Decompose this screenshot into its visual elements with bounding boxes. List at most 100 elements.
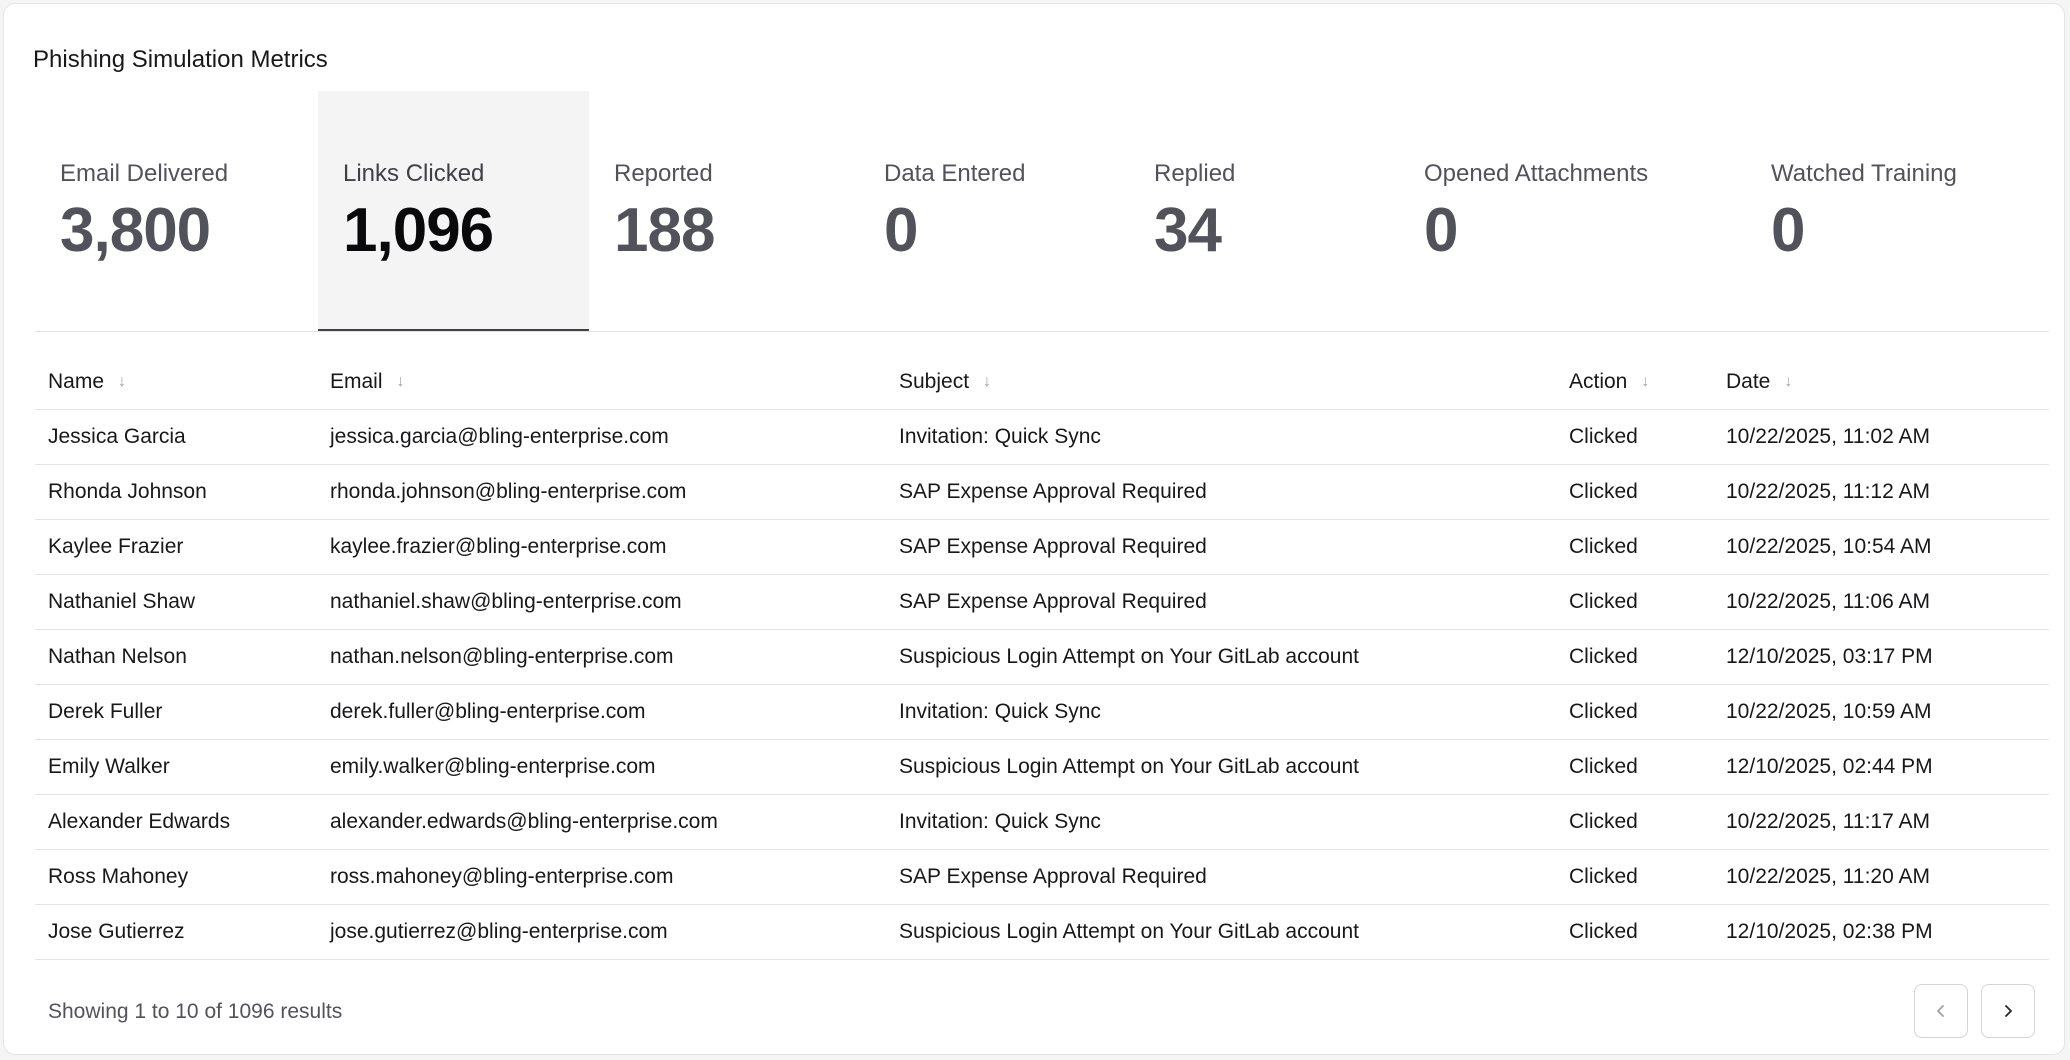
- table-row[interactable]: Kaylee Frazier kaylee.frazier@bling-ente…: [35, 519, 2049, 575]
- cell-action: Clicked: [1556, 409, 1713, 465]
- column-header-email[interactable]: Email ↓: [317, 354, 886, 410]
- cell-email: rhonda.johnson@bling-enterprise.com: [317, 464, 886, 520]
- cell-name: Jose Gutierrez: [35, 904, 317, 960]
- table-header-row: Name ↓ Email ↓ Subject ↓ Action ↓ Date ↓: [35, 354, 2049, 410]
- cell-email: nathaniel.shaw@bling-enterprise.com: [317, 574, 886, 630]
- cell-name: Kaylee Frazier: [35, 519, 317, 575]
- arrow-down-icon: ↓: [118, 372, 127, 390]
- cell-subject: Suspicious Login Attempt on Your GitLab …: [886, 629, 1556, 685]
- cell-name: Rhonda Johnson: [35, 464, 317, 520]
- column-header-name[interactable]: Name ↓: [35, 354, 317, 410]
- table-row[interactable]: Rhonda Johnson rhonda.johnson@bling-ente…: [35, 464, 2049, 520]
- cell-subject: SAP Expense Approval Required: [886, 574, 1556, 630]
- phishing-metrics-card: Phishing Simulation Metrics Email Delive…: [3, 3, 2065, 1055]
- arrow-down-icon: ↓: [1784, 372, 1793, 390]
- cell-email: alexander.edwards@bling-enterprise.com: [317, 794, 886, 850]
- pagination-summary: Showing 1 to 10 of 1096 results: [48, 1000, 343, 1023]
- cell-action: Clicked: [1556, 464, 1713, 520]
- chevron-left-icon: [1937, 1005, 1944, 1017]
- table-row[interactable]: Alexander Edwards alexander.edwards@blin…: [35, 794, 2049, 850]
- cell-subject: SAP Expense Approval Required: [886, 464, 1556, 520]
- metric-label: Reported: [614, 160, 713, 187]
- next-page-button[interactable]: [1981, 984, 2035, 1038]
- table-row[interactable]: Jessica Garcia jessica.garcia@bling-ente…: [35, 409, 2049, 465]
- cell-name: Nathan Nelson: [35, 629, 317, 685]
- metric-tab-email-delivered[interactable]: Email Delivered 3,800: [35, 91, 318, 331]
- metric-label: Opened Attachments: [1424, 160, 1649, 187]
- metric-label: Data Entered: [884, 160, 1026, 187]
- cell-email: kaylee.frazier@bling-enterprise.com: [317, 519, 886, 575]
- prev-page-button[interactable]: [1914, 984, 1968, 1038]
- cell-date: 12/10/2025, 03:17 PM: [1713, 629, 2049, 685]
- cell-email: jessica.garcia@bling-enterprise.com: [317, 409, 886, 465]
- table-row[interactable]: Nathan Nelson nathan.nelson@bling-enterp…: [35, 629, 2049, 685]
- metric-tab-replied[interactable]: Replied 34: [1129, 91, 1399, 331]
- cell-action: Clicked: [1556, 794, 1713, 850]
- table-row[interactable]: Emily Walker emily.walker@bling-enterpri…: [35, 739, 2049, 795]
- cell-date: 10/22/2025, 11:06 AM: [1713, 574, 2049, 630]
- table-row[interactable]: Derek Fuller derek.fuller@bling-enterpri…: [35, 684, 2049, 740]
- cell-subject: Invitation: Quick Sync: [886, 684, 1556, 740]
- cell-date: 12/10/2025, 02:44 PM: [1713, 739, 2049, 795]
- metrics-tabs: Email Delivered 3,800 Links Clicked 1,09…: [35, 91, 2049, 332]
- cell-action: Clicked: [1556, 904, 1713, 960]
- metric-value: 3,800: [60, 196, 211, 265]
- cell-date: 10/22/2025, 11:02 AM: [1713, 409, 2049, 465]
- cell-date: 10/22/2025, 11:20 AM: [1713, 849, 2049, 905]
- metric-value: 188: [614, 196, 715, 265]
- cell-subject: Invitation: Quick Sync: [886, 409, 1556, 465]
- cell-subject: SAP Expense Approval Required: [886, 849, 1556, 905]
- metric-tab-watched-training[interactable]: Watched Training 0: [1746, 91, 2049, 331]
- cell-subject: Suspicious Login Attempt on Your GitLab …: [886, 739, 1556, 795]
- table-row[interactable]: Jose Gutierrez jose.gutierrez@bling-ente…: [35, 904, 2049, 960]
- cell-email: emily.walker@bling-enterprise.com: [317, 739, 886, 795]
- column-header-subject[interactable]: Subject ↓: [886, 354, 1556, 410]
- metric-label: Email Delivered: [60, 160, 229, 187]
- cell-email: ross.mahoney@bling-enterprise.com: [317, 849, 886, 905]
- cell-subject: SAP Expense Approval Required: [886, 519, 1556, 575]
- metric-value: 0: [1424, 196, 1458, 265]
- metric-value: 0: [884, 196, 918, 265]
- arrow-down-icon: ↓: [983, 372, 992, 390]
- cell-action: Clicked: [1556, 629, 1713, 685]
- cell-email: jose.gutierrez@bling-enterprise.com: [317, 904, 886, 960]
- cell-action: Clicked: [1556, 519, 1713, 575]
- cell-action: Clicked: [1556, 684, 1713, 740]
- cell-name: Nathaniel Shaw: [35, 574, 317, 630]
- column-header-action[interactable]: Action ↓: [1556, 354, 1713, 410]
- metric-tab-reported[interactable]: Reported 188: [589, 91, 859, 331]
- arrow-down-icon: ↓: [1641, 372, 1650, 390]
- metric-value: 0: [1771, 196, 1805, 265]
- cell-subject: Suspicious Login Attempt on Your GitLab …: [886, 904, 1556, 960]
- metric-tab-opened-attachments[interactable]: Opened Attachments 0: [1399, 91, 1746, 331]
- metric-label: Replied: [1154, 160, 1236, 187]
- cell-name: Jessica Garcia: [35, 409, 317, 465]
- metric-tab-data-entered[interactable]: Data Entered 0: [859, 91, 1129, 331]
- results-table: Name ↓ Email ↓ Subject ↓ Action ↓ Date ↓ Jess…: [35, 354, 2049, 960]
- chevron-right-icon: [2005, 1005, 2012, 1017]
- cell-email: derek.fuller@bling-enterprise.com: [317, 684, 886, 740]
- cell-date: 10/22/2025, 11:12 AM: [1713, 464, 2049, 520]
- cell-date: 10/22/2025, 10:59 AM: [1713, 684, 2049, 740]
- cell-name: Alexander Edwards: [35, 794, 317, 850]
- cell-date: 12/10/2025, 02:38 PM: [1713, 904, 2049, 960]
- cell-action: Clicked: [1556, 849, 1713, 905]
- cell-subject: Invitation: Quick Sync: [886, 794, 1556, 850]
- arrow-down-icon: ↓: [396, 372, 405, 390]
- metric-tab-links-clicked[interactable]: Links Clicked 1,096: [318, 91, 589, 331]
- cell-name: Derek Fuller: [35, 684, 317, 740]
- metric-label: Watched Training: [1771, 160, 1957, 187]
- cell-action: Clicked: [1556, 739, 1713, 795]
- cell-date: 10/22/2025, 11:17 AM: [1713, 794, 2049, 850]
- column-header-date[interactable]: Date ↓: [1713, 354, 2049, 410]
- cell-name: Ross Mahoney: [35, 849, 317, 905]
- cell-action: Clicked: [1556, 574, 1713, 630]
- table-row[interactable]: Ross Mahoney ross.mahoney@bling-enterpri…: [35, 849, 2049, 905]
- cell-email: nathan.nelson@bling-enterprise.com: [317, 629, 886, 685]
- metric-label: Links Clicked: [343, 160, 485, 187]
- metric-value: 1,096: [343, 196, 494, 265]
- table-row[interactable]: Nathaniel Shaw nathaniel.shaw@bling-ente…: [35, 574, 2049, 630]
- metric-value: 34: [1154, 196, 1222, 265]
- cell-date: 10/22/2025, 10:54 AM: [1713, 519, 2049, 575]
- cell-name: Emily Walker: [35, 739, 317, 795]
